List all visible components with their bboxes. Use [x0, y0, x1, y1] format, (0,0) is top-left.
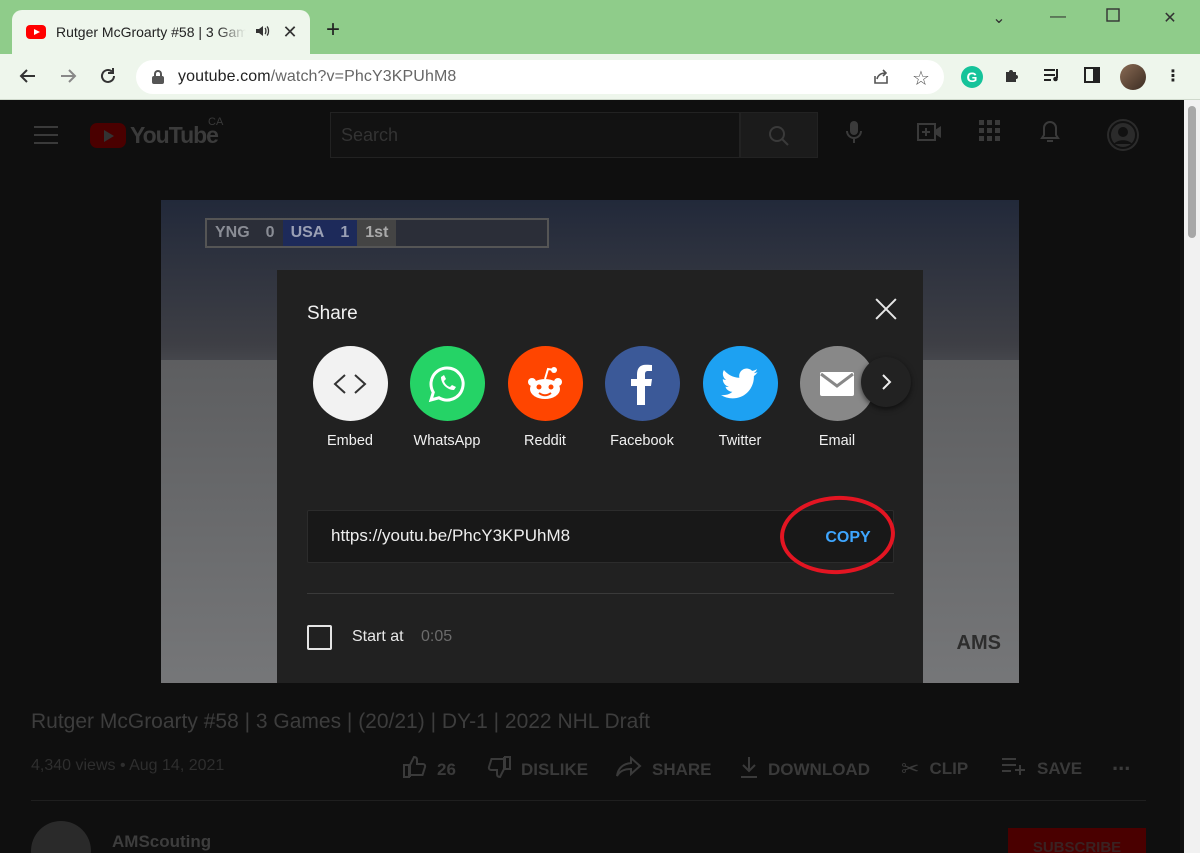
video-watermark: AMS — [956, 632, 1001, 654]
whatsapp-icon — [409, 346, 485, 421]
search-button[interactable] — [740, 112, 818, 158]
create-video-icon[interactable] — [915, 120, 945, 150]
extensions-puzzle-icon[interactable] — [1001, 66, 1023, 88]
url-path: /watch?v=PhcY3KPUhM8 — [270, 68, 457, 85]
browser-titlebar: Rutger McGroarty #58 | 3 Games | (20/21)… — [0, 0, 1200, 54]
region-code: CA — [208, 116, 224, 128]
home-score: 0 — [265, 224, 275, 241]
close-dialog-icon[interactable] — [874, 297, 898, 321]
browser-menu-icon[interactable]: ⋮ — [1162, 66, 1184, 88]
share-whatsapp-label: WhatsApp — [413, 433, 481, 449]
subscribe-button[interactable]: SUBSCRIBE — [1008, 828, 1146, 853]
download-icon — [740, 756, 758, 784]
home-team: YNG — [215, 224, 250, 241]
grammarly-extension-icon[interactable]: G — [961, 66, 983, 88]
facebook-icon — [604, 346, 680, 421]
search-input[interactable]: Search — [330, 112, 740, 158]
window-close-icon[interactable]: ✕ — [1156, 8, 1184, 28]
share-whatsapp-button[interactable]: WhatsApp — [398, 346, 496, 449]
share-dialog-title: Share — [307, 303, 358, 324]
like-count: 26 — [437, 760, 456, 779]
twitter-bird-icon — [702, 346, 778, 421]
share-label: SHARE — [652, 760, 712, 779]
tab-search-chevron-icon[interactable]: ⌄ — [985, 8, 1013, 28]
youtube-logo-icon — [90, 123, 126, 148]
youtube-favicon-icon — [26, 25, 46, 39]
clip-label: CLIP — [929, 759, 969, 778]
back-arrow-icon[interactable] — [14, 62, 42, 90]
address-bar[interactable]: youtube.com/watch?v=PhcY3KPUhM8 ☆ — [136, 60, 944, 94]
like-button[interactable]: 26 — [403, 755, 456, 784]
profile-avatar[interactable] — [1120, 64, 1146, 90]
away-team: USA — [282, 220, 333, 246]
share-twitter-label: Twitter — [718, 433, 762, 449]
away-score: 1 — [332, 220, 358, 246]
side-panel-icon[interactable] — [1081, 66, 1103, 88]
share-email-label: Email — [818, 433, 856, 449]
tab-title: Rutger McGroarty #58 | 3 Games | (20/21)… — [56, 24, 246, 40]
share-embed-label: Embed — [327, 433, 373, 449]
notifications-bell-icon[interactable] — [1035, 120, 1065, 150]
url-host: youtube.com — [178, 68, 271, 85]
scrollbar-thumb[interactable] — [1188, 106, 1196, 238]
microphone-icon[interactable] — [839, 120, 869, 150]
section-divider — [31, 800, 1146, 801]
reddit-icon — [507, 346, 583, 421]
share-arrow-icon — [616, 755, 642, 784]
youtube-header: YouTube CA Search — [0, 100, 1184, 170]
more-actions-icon[interactable]: ... — [1112, 750, 1130, 776]
start-at-checkbox[interactable] — [307, 625, 332, 650]
share-dialog: Share Embed WhatsApp Reddit Facebook Twi… — [277, 270, 923, 683]
embed-code-icon — [312, 346, 388, 421]
share-reddit-button[interactable]: Reddit — [496, 346, 594, 449]
share-next-arrow-icon[interactable] — [861, 357, 911, 407]
dislike-button[interactable]: DISLIKE — [487, 756, 588, 784]
youtube-logo-text: YouTube — [130, 122, 219, 148]
share-reddit-label: Reddit — [524, 433, 566, 449]
audio-playing-icon[interactable] — [254, 24, 270, 41]
video-title: Rutger McGroarty #58 | 3 Games | (20/21)… — [31, 710, 651, 733]
share-button[interactable]: SHARE — [616, 755, 712, 784]
download-button[interactable]: DOWNLOAD — [740, 756, 870, 784]
thumbs-down-icon — [487, 756, 511, 784]
download-label: DOWNLOAD — [768, 760, 870, 779]
tab-close-icon[interactable]: ✕ — [282, 23, 298, 41]
new-tab-button[interactable]: + — [326, 18, 340, 42]
browser-tab[interactable]: Rutger McGroarty #58 | 3 Games | (20/21)… — [12, 10, 310, 54]
video-meta: 4,340 views • Aug 14, 2021 — [31, 757, 225, 774]
dislike-label: DISLIKE — [521, 760, 589, 779]
bookmark-star-icon[interactable]: ☆ — [912, 66, 930, 91]
share-twitter-button[interactable]: Twitter — [691, 346, 789, 449]
channel-name[interactable]: AMScouting — [112, 832, 211, 852]
scissors-icon: ✂ — [901, 756, 920, 781]
apps-grid-icon[interactable] — [975, 120, 1005, 150]
share-facebook-button[interactable]: Facebook — [593, 346, 691, 449]
minimize-icon[interactable]: — — [1044, 8, 1072, 26]
clip-button[interactable]: ✂ CLIP — [901, 756, 968, 782]
share-page-icon[interactable] — [872, 68, 890, 91]
period: 1st — [357, 220, 397, 246]
search-placeholder: Search — [341, 124, 399, 145]
share-link-text: https://youtu.be/PhcY3KPUhM8 — [331, 526, 571, 545]
lock-icon[interactable] — [152, 70, 164, 84]
share-embed-button[interactable]: Embed — [301, 346, 399, 449]
reload-icon[interactable] — [94, 62, 122, 90]
save-button[interactable]: SAVE — [1001, 756, 1082, 782]
score-bug: YNG 0 USA 1 1st — [205, 218, 549, 248]
browser-toolbar: youtube.com/watch?v=PhcY3KPUhM8 ☆ G ⋮ — [0, 54, 1200, 100]
share-facebook-label: Facebook — [610, 433, 674, 449]
save-label: SAVE — [1037, 759, 1083, 778]
thumbs-up-icon — [403, 755, 427, 784]
youtube-logo[interactable]: YouTube — [90, 122, 219, 149]
start-at-time-input[interactable]: 0:05 — [421, 628, 452, 646]
dialog-divider — [307, 593, 894, 594]
maximize-icon[interactable] — [1099, 8, 1127, 27]
start-at-label: Start at — [352, 628, 404, 645]
channel-avatar[interactable] — [31, 821, 91, 853]
menu-hamburger-icon[interactable] — [34, 126, 58, 144]
account-avatar-icon[interactable] — [1107, 119, 1139, 151]
forward-arrow-icon[interactable] — [54, 62, 82, 90]
add-to-playlist-icon — [1001, 756, 1027, 782]
media-controls-icon[interactable] — [1041, 66, 1063, 88]
